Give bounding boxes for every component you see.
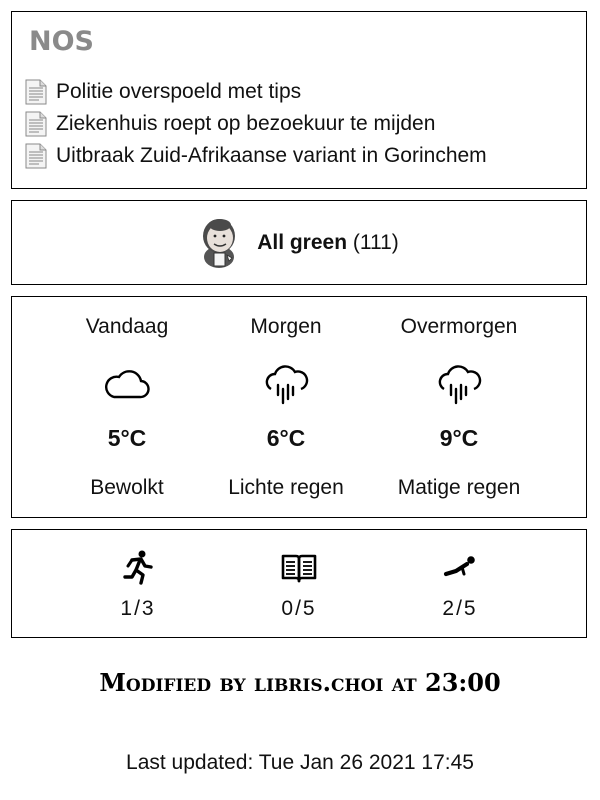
rain-cloud-icon [265,365,309,405]
weather-panel: Vandaag 5°C Bewolkt Morgen 6°C Lichte re… [11,296,587,518]
news-title: Uitbraak Zuid-Afrikaanse variant in Gori… [56,144,487,167]
document-icon [25,111,47,137]
cloud-icon [105,370,150,399]
news-list: Politie overspoeld met tips Ziekenhuis r… [25,76,487,172]
weather-temp: 5°C [107,425,147,451]
build-status: All green [257,230,348,254]
jenkins-icon [203,218,236,268]
weather-desc: Matige regen [397,476,521,499]
document-icon [25,79,47,105]
weather-desc: Bewolkt [90,476,164,499]
modified-by-text: Modified by libris.choi at 23:00 [99,668,501,697]
activity-value: 0/5 [281,597,317,620]
weather-day: Overmorgen [400,315,518,338]
activity-value: 2/5 [442,597,478,620]
weather-day: Vandaag [85,315,169,338]
news-item[interactable]: Uitbraak Zuid-Afrikaanse variant in Gori… [25,140,487,172]
activity-panel: 1/3 0/5 2/5 [11,529,587,638]
news-title: Ziekenhuis roept op bezoekuur te mijden [56,112,436,135]
rain-cloud-icon [438,365,482,405]
news-panel: NOS Politie overspoeld met tips Ziekenhu… [11,11,587,189]
book-icon [281,554,317,583]
activity-value: 1/3 [120,597,156,620]
document-icon [25,143,47,169]
weather-desc: Lichte regen [228,476,344,499]
last-updated-text: Last updated: Tue Jan 26 2021 17:45 [126,751,474,774]
weather-day: Morgen [250,315,322,338]
weather-temp: 6°C [266,425,306,451]
news-item[interactable]: Ziekenhuis roept op bezoekuur te mijden [25,108,487,140]
news-title: Politie overspoeld met tips [56,80,302,103]
running-icon [123,550,153,585]
weather-temp: 9°C [439,425,479,451]
pushup-icon [443,556,475,577]
nos-logo: NOS [29,26,94,57]
build-status-panel: All green (111) [11,200,587,285]
build-status-text: All green (111) [257,231,399,255]
build-count: (111) [352,230,399,254]
news-item[interactable]: Politie overspoeld met tips [25,76,487,108]
